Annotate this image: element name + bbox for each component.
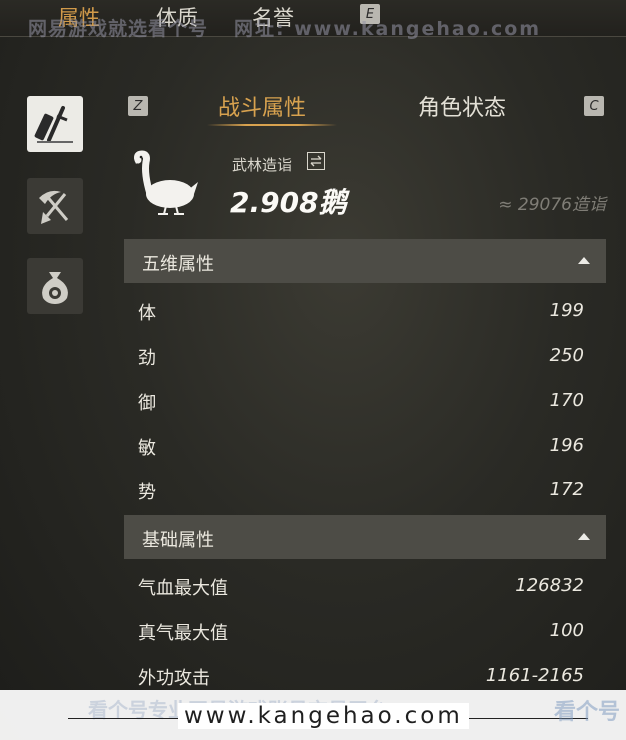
stat-label: 外功攻击 [138, 668, 210, 689]
collapse-caret-icon [578, 533, 590, 540]
stat-label: 势 [138, 482, 156, 503]
section-title: 基础属性 [142, 530, 214, 551]
stat-value: 170 [549, 390, 584, 411]
stat-row: 真气最大值 100 [124, 610, 606, 654]
tab-character-status[interactable]: 角色状态 [418, 90, 506, 122]
stat-row: 御 170 [124, 380, 606, 424]
sidebar-item-combat[interactable] [27, 96, 83, 152]
section-title: 五维属性 [142, 254, 214, 275]
stat-value: 126832 [515, 575, 584, 596]
money-bag-icon [42, 272, 68, 304]
stat-row: 劲 250 [124, 335, 606, 379]
rank-label: 武林造诣 [232, 156, 293, 174]
section-header-basic-attributes[interactable]: 基础属性 [124, 515, 606, 559]
watermark-top-text: 网易游戏就选看个号 [28, 18, 209, 40]
sidebar-item-wealth[interactable] [27, 258, 83, 314]
stat-row: 气血最大值 126832 [124, 565, 606, 609]
collapse-caret-icon [578, 257, 590, 264]
watermark-top: 网易游戏就选看个号 网址: www.kangehao.com [28, 14, 541, 41]
stat-row: 势 172 [124, 469, 606, 513]
sword-scroll-icon [34, 106, 73, 143]
swap-icon[interactable] [307, 152, 325, 170]
stat-label: 御 [138, 393, 156, 414]
key-hint-c: C [584, 96, 604, 116]
rank-value: 2.908鹅 [230, 186, 347, 219]
stat-label: 真气最大值 [138, 623, 228, 644]
watermark-top-url: 网址: www.kangehao.com [234, 18, 542, 40]
active-tab-underline [207, 124, 337, 126]
stat-value: 1161-2165 [485, 665, 584, 686]
rank-approx-value: ≈ 29076造诣 [498, 195, 606, 215]
stat-value: 199 [549, 300, 584, 321]
stat-value: 250 [549, 345, 584, 366]
watermark-logo: 看个号 [553, 700, 620, 725]
watermark-bottom-url: www.kangehao.com [178, 703, 469, 729]
stat-label: 气血最大值 [138, 578, 228, 599]
goose-icon [134, 150, 198, 215]
stat-value: 196 [549, 435, 584, 456]
stat-value: 100 [549, 620, 584, 641]
stat-label: 体 [138, 303, 156, 324]
swap-arrows-icon [310, 155, 322, 167]
stat-label: 敏 [138, 438, 156, 459]
section-header-five-dimensions[interactable]: 五维属性 [124, 239, 606, 283]
key-hint-z: Z [128, 96, 148, 116]
sidebar-item-life-skills[interactable] [27, 178, 83, 234]
tab-combat-attributes[interactable]: 战斗属性 [218, 90, 306, 122]
stat-row: 敏 196 [124, 425, 606, 469]
stat-value: 172 [549, 479, 584, 500]
stat-label: 劲 [138, 348, 156, 369]
stat-row: 体 199 [124, 290, 606, 334]
shovel-pickaxe-icon [39, 190, 69, 224]
